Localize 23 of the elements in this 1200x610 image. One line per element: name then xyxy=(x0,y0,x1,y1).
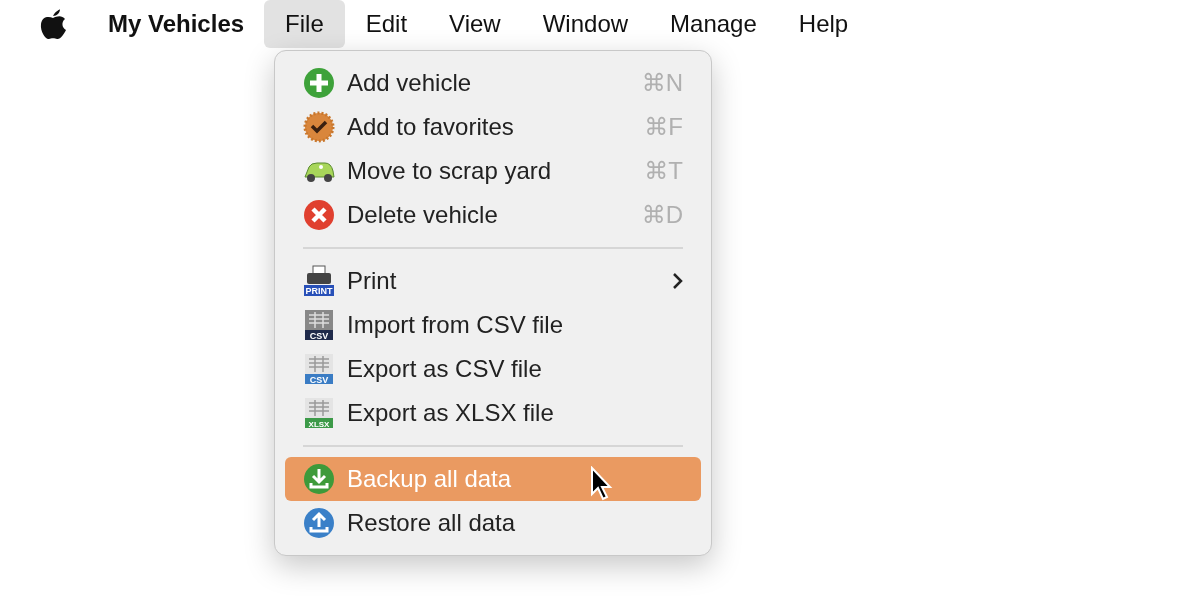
menu-item[interactable]: Move to scrap yard ⌘T xyxy=(285,149,701,193)
menu-bar-item[interactable]: Edit xyxy=(344,0,429,48)
upload-icon xyxy=(303,507,335,539)
menu-bar-item[interactable]: Window xyxy=(521,0,650,48)
menu-item[interactable]: PRINT Print xyxy=(285,259,701,303)
menu-bar-item[interactable]: View xyxy=(428,0,522,48)
cross-icon xyxy=(303,199,335,231)
pointer-cursor-icon xyxy=(590,466,614,502)
menu-item[interactable]: XLSX Export as XLSX file xyxy=(285,391,701,435)
menu-bar-item[interactable]: Help xyxy=(777,0,870,48)
check-badge-icon xyxy=(303,111,335,143)
menu-bar-item[interactable]: File xyxy=(264,0,345,48)
menu-item[interactable]: Delete vehicle ⌘D xyxy=(285,193,701,237)
menu-item[interactable]: Add to favorites ⌘F xyxy=(285,105,701,149)
app-name[interactable]: My Vehicles xyxy=(108,10,245,38)
menu-item[interactable]: CSV Import from CSV file xyxy=(285,303,701,347)
download-icon xyxy=(303,463,335,495)
menu-item[interactable]: CSV Export as CSV file xyxy=(285,347,701,391)
apple-logo-icon[interactable] xyxy=(38,8,68,40)
menu-item[interactable]: Restore all data xyxy=(285,501,701,545)
menu-bar-item[interactable]: Manage xyxy=(649,0,778,48)
menu-item[interactable]: Add vehicle ⌘N xyxy=(285,61,701,105)
plus-icon xyxy=(303,67,335,99)
